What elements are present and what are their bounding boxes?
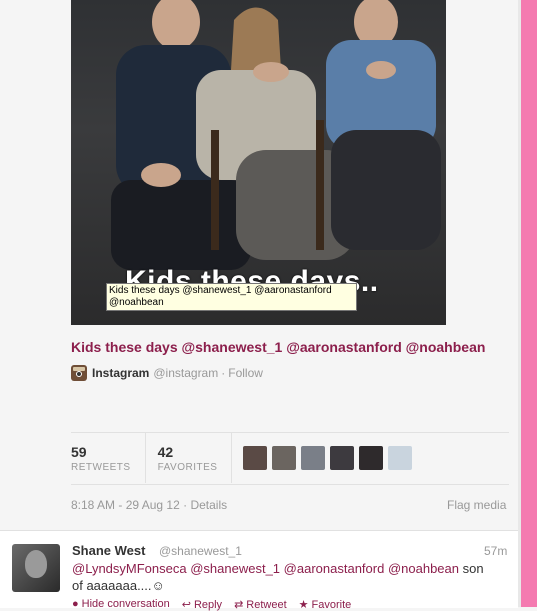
follow-link[interactable]: Follow bbox=[228, 366, 263, 380]
retweets-count: 59 bbox=[71, 443, 87, 460]
tweet-photo[interactable]: Kids these days.. bbox=[71, 0, 446, 325]
tweet-text[interactable]: Kids these days @shanewest_1 @aaronastan… bbox=[71, 339, 485, 355]
mention-link[interactable]: @aaronastanford bbox=[284, 561, 385, 576]
flag-media-link[interactable]: Flag media bbox=[447, 498, 506, 512]
mention-link[interactable]: @LyndsyMFonseca bbox=[72, 561, 187, 576]
divider bbox=[71, 484, 509, 485]
reply-time[interactable]: 57m bbox=[484, 544, 507, 558]
avatar[interactable] bbox=[12, 544, 60, 592]
timestamp[interactable]: 8:18 AM - 29 Aug 12 bbox=[71, 498, 180, 512]
reply-tweet[interactable]: Shane West @shanewest_1 57m @LyndsyMFons… bbox=[0, 530, 518, 611]
tweet-meta: 8:18 AM - 29 Aug 12 · Details bbox=[71, 498, 227, 512]
reply-arrow-icon: ↩ bbox=[181, 599, 191, 611]
source-name[interactable]: Instagram bbox=[92, 366, 149, 380]
favorite-label: Favorite bbox=[311, 599, 352, 611]
favorites-count: 42 bbox=[157, 443, 174, 460]
favorites-stat[interactable]: 42 FAVORITES bbox=[144, 433, 232, 483]
reply-action[interactable]: ↩ Reply bbox=[182, 598, 222, 611]
separator: · bbox=[183, 498, 188, 512]
stats-bar: 59 RETWEETS 42 FAVORITES bbox=[71, 433, 417, 483]
retweets-label: RETWEETS bbox=[71, 461, 131, 473]
retweet-icon: ⇄ bbox=[234, 599, 244, 611]
speech-bubble-icon: ● bbox=[72, 598, 79, 610]
favorites-label: FAVORITES bbox=[157, 461, 218, 473]
mention-link[interactable]: @shanewest_1 bbox=[190, 561, 280, 576]
reply-actions: ● Hide conversation ↩ Reply ⇄ Retweet ★ Favo… bbox=[72, 598, 351, 611]
mention-link[interactable]: @noahbean bbox=[388, 561, 459, 576]
hide-label: Hide conversation bbox=[81, 598, 170, 610]
details-link[interactable]: Details bbox=[190, 498, 227, 512]
avatar[interactable] bbox=[330, 446, 355, 470]
retweet-label: Retweet bbox=[246, 599, 287, 611]
page-background-stripe bbox=[521, 0, 537, 607]
retweet-action[interactable]: ⇄ Retweet bbox=[234, 598, 287, 611]
reply-author-name[interactable]: Shane West bbox=[72, 543, 145, 558]
source-row: Instagram @instagram · Follow bbox=[71, 365, 263, 381]
avatar[interactable] bbox=[359, 446, 384, 470]
reply-text: @LyndsyMFonseca @shanewest_1 @aaronastan… bbox=[72, 560, 492, 594]
instagram-icon[interactable] bbox=[71, 365, 87, 381]
favorite-action[interactable]: ★ Favorite bbox=[299, 598, 352, 611]
reply-label: Reply bbox=[193, 599, 223, 611]
avatar[interactable] bbox=[243, 446, 268, 470]
retweets-stat[interactable]: 59 RETWEETS bbox=[71, 433, 145, 483]
hide-conversation-action[interactable]: ● Hide conversation bbox=[72, 598, 170, 611]
avatar[interactable] bbox=[301, 446, 326, 470]
separator: · bbox=[221, 366, 226, 380]
favoriter-avatars bbox=[231, 433, 417, 483]
avatar[interactable] bbox=[388, 446, 413, 470]
star-icon: ★ bbox=[298, 599, 309, 611]
source-handle[interactable]: @instagram bbox=[153, 366, 218, 380]
avatar[interactable] bbox=[272, 446, 297, 470]
photo-tooltip: Kids these days @shanewest_1 @aaronastan… bbox=[106, 283, 357, 311]
reply-author-handle[interactable]: @shanewest_1 bbox=[159, 544, 242, 558]
